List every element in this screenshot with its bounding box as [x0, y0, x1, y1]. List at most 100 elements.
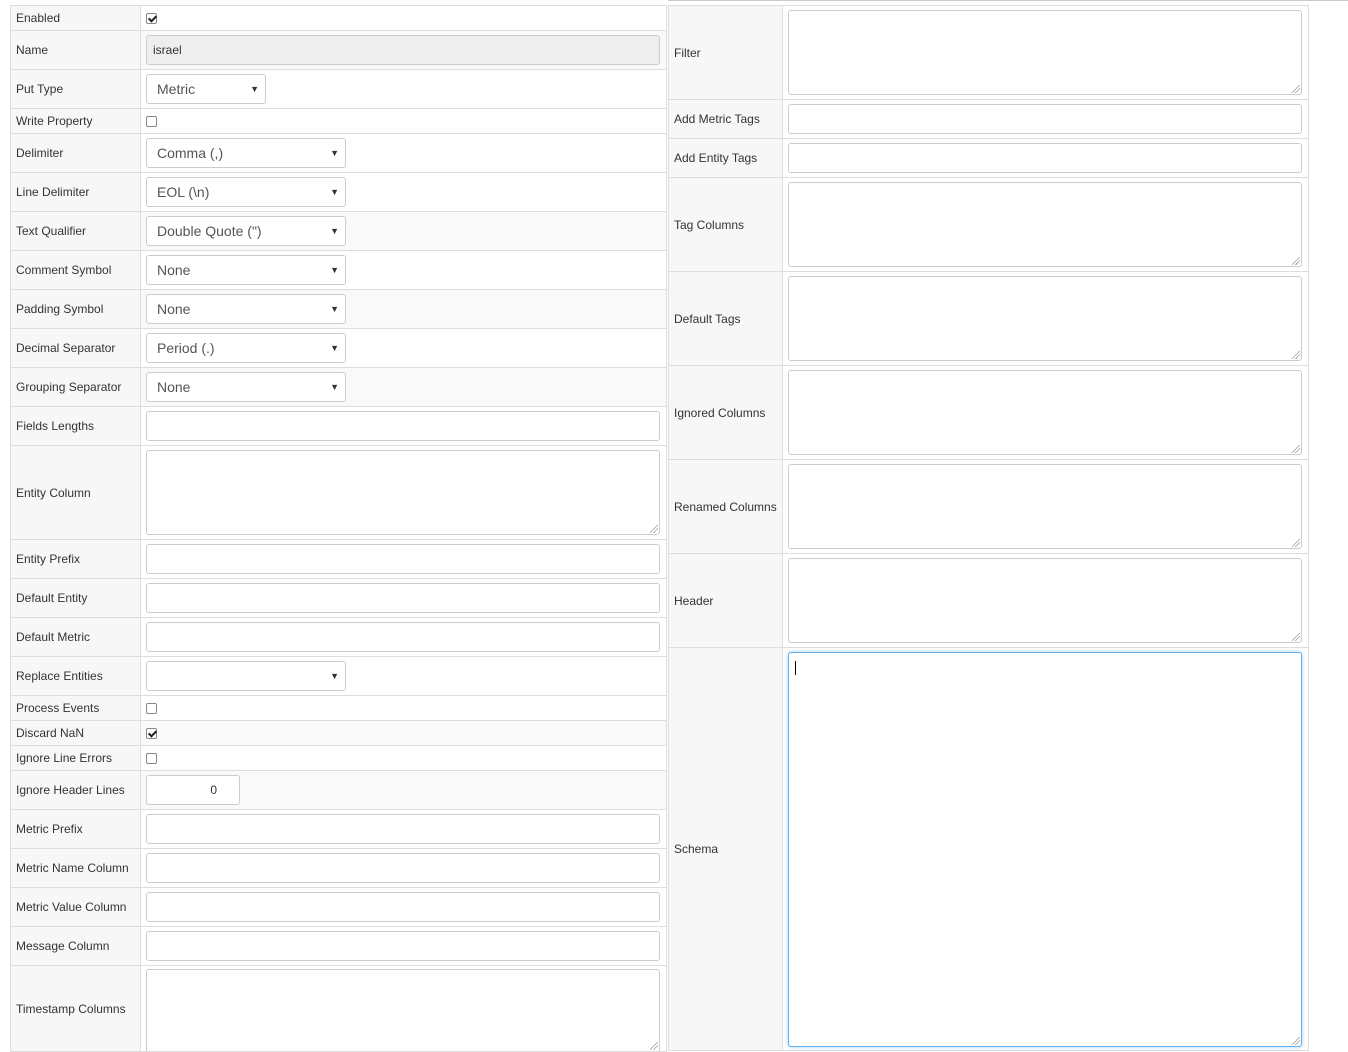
chevron-down-icon: ▼: [330, 304, 339, 314]
resize-handle-icon[interactable]: [1292, 633, 1300, 641]
process-events-checkbox[interactable]: [146, 702, 157, 714]
write-property-label: Write Property: [10, 108, 141, 134]
delimiter-select[interactable]: Comma (,) ▼: [146, 138, 346, 168]
metric-prefix-label: Metric Prefix: [10, 809, 141, 849]
put-type-select[interactable]: Metric ▼: [146, 74, 266, 104]
put-type-value: Metric: [157, 81, 196, 97]
right-form-table: Filter Add Metric Tags Add Entity Tags T…: [668, 5, 1309, 1051]
chevron-down-icon: ▼: [330, 382, 339, 392]
decimal-separator-select[interactable]: Period (.) ▼: [146, 333, 346, 363]
entity-column-textarea[interactable]: [146, 450, 660, 535]
message-column-input[interactable]: [146, 931, 660, 961]
process-events-label: Process Events: [10, 695, 141, 721]
metric-name-column-input[interactable]: [146, 853, 660, 883]
schema-textarea[interactable]: [788, 651, 1302, 1047]
default-tags-label: Default Tags: [668, 271, 783, 366]
padding-symbol-value: None: [157, 301, 191, 317]
add-metric-tags-input[interactable]: [788, 104, 1302, 134]
resize-handle-icon[interactable]: [1292, 351, 1300, 359]
replace-entities-select[interactable]: ▼: [146, 661, 346, 691]
default-metric-input[interactable]: [146, 622, 660, 652]
entity-prefix-input[interactable]: [146, 544, 660, 574]
renamed-columns-textarea[interactable]: [788, 464, 1302, 549]
schema-label: Schema: [668, 647, 783, 1051]
discard-nan-checkbox[interactable]: [146, 727, 157, 739]
put-type-label: Put Type: [10, 69, 141, 109]
default-metric-label: Default Metric: [10, 617, 141, 657]
ignore-header-lines-label: Ignore Header Lines: [10, 770, 141, 810]
comment-symbol-select[interactable]: None ▼: [146, 255, 346, 285]
padding-symbol-select[interactable]: None ▼: [146, 294, 346, 324]
add-entity-tags-label: Add Entity Tags: [668, 138, 783, 178]
discard-nan-label: Discard NaN: [10, 720, 141, 746]
fields-lengths-label: Fields Lengths: [10, 406, 141, 446]
delimiter-value: Comma (,): [157, 145, 224, 161]
timestamp-columns-textarea[interactable]: [146, 969, 660, 1051]
chevron-down-icon: ▼: [250, 84, 259, 94]
top-divider: [668, 0, 1348, 1]
text-qualifier-select[interactable]: Double Quote (") ▼: [146, 216, 346, 246]
resize-handle-icon[interactable]: [650, 1042, 658, 1050]
chevron-down-icon: ▼: [330, 265, 339, 275]
grouping-separator-value: None: [157, 379, 191, 395]
timestamp-columns-label: Timestamp Columns: [10, 965, 141, 1052]
default-entity-input[interactable]: [146, 583, 660, 613]
metric-value-column-input[interactable]: [146, 892, 660, 922]
chevron-down-icon: ▼: [330, 671, 339, 681]
ignored-columns-textarea[interactable]: [788, 370, 1302, 455]
delimiter-label: Delimiter: [10, 133, 141, 173]
chevron-down-icon: ▼: [330, 343, 339, 353]
default-tags-textarea[interactable]: [788, 276, 1302, 361]
decimal-separator-label: Decimal Separator: [10, 328, 141, 368]
comment-symbol-value: None: [157, 262, 191, 278]
metric-name-column-label: Metric Name Column: [10, 848, 141, 888]
resize-handle-icon[interactable]: [1292, 1036, 1300, 1045]
line-delimiter-select[interactable]: EOL (\n) ▼: [146, 177, 346, 207]
filter-label: Filter: [668, 5, 783, 100]
padding-symbol-label: Padding Symbol: [10, 289, 141, 329]
name-input[interactable]: israel: [146, 35, 660, 65]
write-property-checkbox[interactable]: [146, 115, 157, 127]
resize-handle-icon[interactable]: [1292, 539, 1300, 547]
line-delimiter-value: EOL (\n): [157, 184, 210, 200]
entity-prefix-label: Entity Prefix: [10, 539, 141, 579]
grouping-separator-label: Grouping Separator: [10, 367, 141, 407]
resize-handle-icon[interactable]: [1292, 445, 1300, 453]
tag-columns-label: Tag Columns: [668, 177, 783, 272]
metric-value-column-label: Metric Value Column: [10, 887, 141, 927]
left-form-table: Enabled Name israel Put Type Metric ▼ Wri…: [10, 5, 667, 1052]
resize-handle-icon[interactable]: [1292, 257, 1300, 265]
comment-symbol-label: Comment Symbol: [10, 250, 141, 290]
line-delimiter-label: Line Delimiter: [10, 172, 141, 212]
ignore-line-errors-checkbox[interactable]: [146, 752, 157, 764]
decimal-separator-value: Period (.): [157, 340, 215, 356]
add-entity-tags-input[interactable]: [788, 143, 1302, 173]
text-cursor: [795, 660, 796, 675]
text-qualifier-value: Double Quote ("): [157, 223, 262, 239]
chevron-down-icon: ▼: [330, 148, 339, 158]
renamed-columns-label: Renamed Columns: [668, 459, 783, 554]
resize-handle-icon[interactable]: [1292, 85, 1300, 93]
entity-column-label: Entity Column: [10, 445, 141, 540]
ignored-columns-label: Ignored Columns: [668, 365, 783, 460]
fields-lengths-input[interactable]: [146, 411, 660, 441]
name-label: Name: [10, 30, 141, 70]
chevron-down-icon: ▼: [330, 187, 339, 197]
metric-prefix-input[interactable]: [146, 814, 660, 844]
default-entity-label: Default Entity: [10, 578, 141, 618]
resize-handle-icon[interactable]: [650, 525, 658, 533]
enabled-label: Enabled: [10, 5, 141, 31]
chevron-down-icon: ▼: [330, 226, 339, 236]
ignore-line-errors-label: Ignore Line Errors: [10, 745, 141, 771]
replace-entities-label: Replace Entities: [10, 656, 141, 696]
grouping-separator-select[interactable]: None ▼: [146, 372, 346, 402]
tag-columns-textarea[interactable]: [788, 182, 1302, 267]
header-textarea[interactable]: [788, 558, 1302, 643]
header-label: Header: [668, 553, 783, 648]
ignore-header-lines-input[interactable]: 0: [146, 775, 240, 805]
enabled-checkbox[interactable]: [146, 12, 157, 24]
filter-textarea[interactable]: [788, 10, 1302, 95]
text-qualifier-label: Text Qualifier: [10, 211, 141, 251]
add-metric-tags-label: Add Metric Tags: [668, 99, 783, 139]
message-column-label: Message Column: [10, 926, 141, 966]
